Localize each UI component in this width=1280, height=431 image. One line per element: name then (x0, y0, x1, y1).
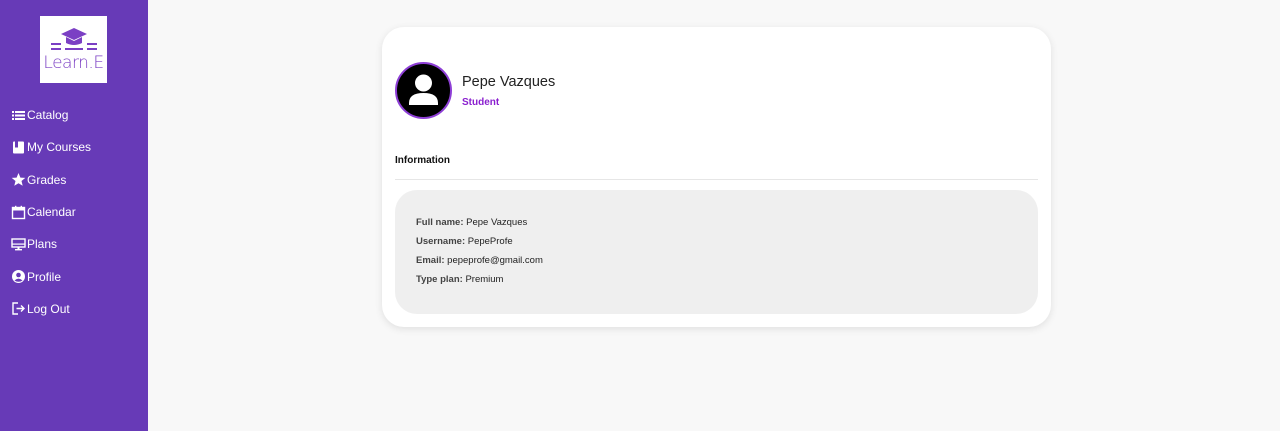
information-heading: Information (395, 155, 450, 166)
info-row-full-name: Full name: Pepe Vazques (416, 217, 543, 236)
info-label: Email: (416, 255, 445, 266)
info-label: Username: (416, 236, 466, 247)
profile-role-badge: Student (462, 97, 500, 108)
sidebar-item-label: Plans (27, 237, 58, 252)
sidebar: Learn.E Catalog My Courses Grades Calend… (0, 0, 148, 431)
monitor-icon (11, 237, 26, 252)
book-icon (11, 140, 26, 155)
avatar (395, 62, 452, 119)
info-row-type-plan: Type plan: Premium (416, 274, 543, 293)
sidebar-item-label: Log Out (27, 301, 70, 316)
info-value: pepeprofe@gmail.com (447, 255, 543, 266)
sidebar-item-log-out[interactable]: Log Out (11, 293, 91, 325)
sidebar-item-label: My Courses (27, 140, 92, 155)
sidebar-item-label: Calendar (27, 205, 76, 220)
profile-name: Pepe Vazques (462, 74, 556, 90)
info-label: Type plan: (416, 274, 463, 285)
sidebar-nav: Catalog My Courses Grades Calendar Plans (11, 99, 91, 325)
sidebar-item-grades[interactable]: Grades (11, 164, 91, 196)
user-silhouette-icon (409, 74, 438, 105)
brand-logo[interactable]: Learn.E (40, 16, 107, 83)
info-value: PepeProfe (467, 236, 513, 247)
information-panel: Full name: Pepe Vazques Username: PepePr… (395, 190, 1038, 314)
account-circle-icon (11, 269, 26, 284)
logout-icon (11, 301, 26, 316)
profile-card: Pepe Vazques Student Information Full na… (382, 27, 1051, 327)
graduation-cap-icon (50, 28, 97, 50)
sidebar-item-profile[interactable]: Profile (11, 260, 91, 292)
sidebar-item-catalog[interactable]: Catalog (11, 99, 91, 131)
information-list: Full name: Pepe Vazques Username: PepePr… (416, 217, 543, 293)
info-row-email: Email: pepeprofe@gmail.com (416, 255, 543, 274)
sidebar-item-label: Profile (27, 269, 62, 284)
info-value: Pepe Vazques (466, 217, 528, 228)
brand-name: Learn.E (43, 53, 104, 73)
info-label: Full name: (416, 217, 464, 228)
info-value: Premium (465, 274, 504, 285)
sidebar-item-label: Grades (27, 172, 67, 187)
sidebar-item-label: Catalog (27, 108, 69, 123)
info-row-username: Username: PepeProfe (416, 236, 543, 255)
star-icon (11, 172, 26, 187)
divider (395, 179, 1038, 180)
sidebar-item-calendar[interactable]: Calendar (11, 196, 91, 228)
sidebar-item-my-courses[interactable]: My Courses (11, 131, 91, 163)
calendar-icon (11, 205, 26, 220)
list-icon (11, 108, 26, 123)
sidebar-item-plans[interactable]: Plans (11, 228, 91, 260)
